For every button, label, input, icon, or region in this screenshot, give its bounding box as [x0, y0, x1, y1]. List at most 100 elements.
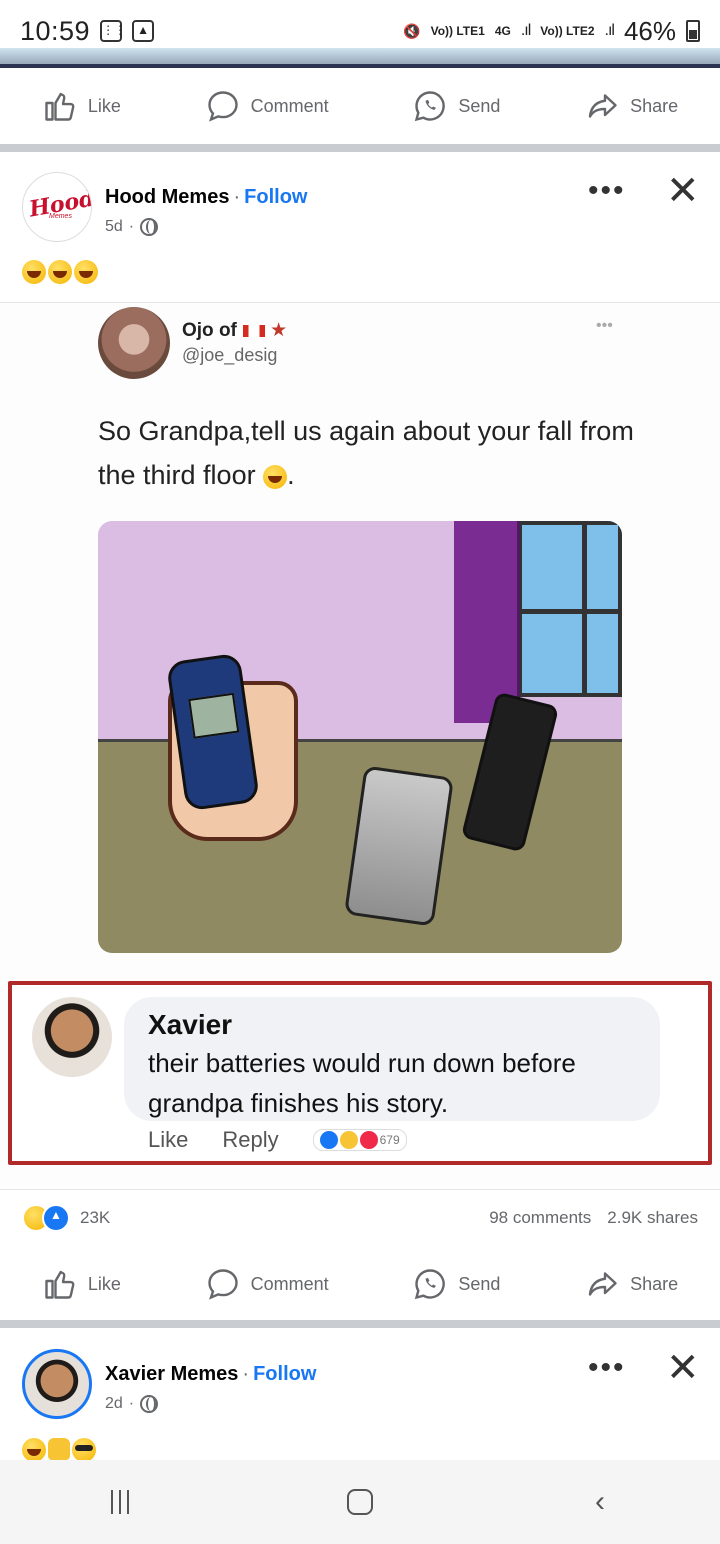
whatsapp-icon	[415, 91, 446, 122]
thumbs-up-icon	[45, 1270, 75, 1299]
page-name[interactable]: Xavier Memes	[105, 1363, 238, 1385]
cartoon-curtain	[454, 521, 520, 723]
tweet-text: So Grandpa,tell us again about your fall…	[98, 416, 634, 490]
laughing-emoji-icon	[74, 260, 98, 284]
comment-like-label: Like	[148, 1127, 189, 1152]
cartoon-window	[518, 521, 622, 697]
tweet-more-icon: •••	[596, 317, 613, 334]
reactions-summary: 23K 98 comments 2.9K shares	[0, 1196, 720, 1240]
post-time[interactable]: 2d	[105, 1395, 123, 1413]
calculator-icon: ⋮⋮	[100, 20, 126, 42]
like-reaction-icon	[42, 1204, 70, 1232]
like-button[interactable]: Like	[42, 88, 121, 124]
share-label: Share	[630, 1273, 679, 1294]
rolling-laughing-emoji-icon	[22, 1438, 46, 1462]
separator-dot: ·	[242, 1363, 250, 1385]
commenter-avatar	[32, 997, 112, 1077]
comments-count[interactable]: 98 comments	[489, 1208, 591, 1228]
battery-icon	[686, 20, 700, 42]
share-button[interactable]: Share	[584, 88, 678, 124]
recent-apps-icon	[111, 1490, 129, 1514]
battery-percent: 46%	[623, 15, 676, 46]
haha-reaction-icon	[339, 1131, 358, 1149]
like-label: Like	[87, 95, 121, 116]
recent-apps-button[interactable]	[90, 1482, 150, 1522]
mute-icon: 🔇	[403, 22, 421, 39]
cartoon-illustration	[98, 521, 622, 953]
home-icon	[347, 1489, 373, 1515]
laughing-emoji-icon	[22, 260, 46, 284]
comment-icon	[207, 1269, 238, 1300]
post-image[interactable]: Ojo of ★ @joe_desig ••• So Grandpa,tell …	[0, 302, 720, 1190]
send-button[interactable]: Send	[412, 1266, 500, 1302]
meta-dot: ·	[128, 1395, 135, 1412]
home-button[interactable]	[330, 1482, 390, 1522]
tweet-name: Ojo of	[182, 320, 237, 341]
post-time[interactable]: 5d	[105, 218, 123, 236]
thumbs-up-emoji-icon	[48, 1438, 70, 1460]
post-header: Hood Memes Hood Memes · Follow 5d · ••• ✕	[0, 156, 720, 256]
canada-flag-icon	[242, 324, 265, 337]
back-button[interactable]: ‹	[570, 1482, 630, 1522]
tweet-avatar	[98, 307, 170, 379]
like-reaction-icon	[319, 1131, 338, 1149]
caption-emojis	[22, 1438, 96, 1462]
network-2-label: Vo)) LTE2	[540, 24, 595, 38]
meta-dot: ·	[128, 218, 135, 235]
laughing-emoji-icon	[48, 260, 72, 284]
share-arrow-icon	[588, 94, 617, 118]
page-avatar[interactable]	[22, 1349, 92, 1419]
status-right: 🔇 Vo)) LTE1 4G .ıl Vo)) LTE2 .ıl 46%	[403, 16, 700, 47]
feed-divider	[0, 1320, 720, 1328]
network-type-label: 4G	[494, 24, 511, 38]
close-icon[interactable]: ✕	[666, 1345, 700, 1391]
send-button[interactable]: Send	[412, 88, 500, 124]
share-label: Share	[630, 95, 679, 116]
more-options-button[interactable]: •••	[588, 1351, 626, 1385]
comment-button[interactable]: Comment	[205, 88, 329, 124]
globe-icon	[140, 218, 159, 236]
comment-label: Comment	[250, 1273, 329, 1294]
like-button[interactable]: Like	[42, 1266, 121, 1302]
thumbs-up-icon	[45, 92, 75, 121]
signal-1-icon: .ıl	[520, 22, 532, 39]
tweet-name-row: Ojo of ★	[182, 319, 287, 342]
previous-post-action-bar: Like Comment Send Share	[0, 68, 720, 144]
highlighted-comment: Xavier their batteries would run down be…	[8, 981, 712, 1165]
separator-dot: ·	[233, 186, 241, 208]
hood-memes-logo-sub: Memes	[49, 213, 72, 220]
more-options-button[interactable]: •••	[588, 174, 626, 208]
like-label: Like	[87, 1273, 121, 1294]
comment-text: their batteries would run down before gr…	[148, 1048, 576, 1118]
maple-leaf-icon: ★	[270, 320, 288, 341]
comment-reaction-count: 679	[379, 1133, 400, 1147]
post-meta: 2d ·	[105, 1395, 159, 1413]
page-name[interactable]: Hood Memes	[105, 186, 229, 208]
page-avatar[interactable]: Hood Memes	[22, 172, 92, 242]
share-arrow-icon	[588, 1272, 617, 1296]
sunglasses-emoji-icon	[72, 1438, 96, 1462]
follow-button[interactable]: Follow	[244, 186, 307, 208]
comment-button[interactable]: Comment	[205, 1266, 329, 1302]
laughing-emoji-icon	[263, 464, 288, 489]
reactions-count: 23K	[80, 1208, 111, 1227]
reaction-count-button[interactable]: 23K	[22, 1204, 110, 1232]
post-header: Xavier Memes · Follow 2d · ••• ✕	[0, 1333, 720, 1433]
screen: 10:59 ⋮⋮ ▲ 🔇 Vo)) LTE1 4G .ıl Vo)) LTE2 …	[0, 0, 720, 1544]
follow-button[interactable]: Follow	[253, 1363, 316, 1385]
page-name-row: Hood Memes · Follow	[105, 186, 307, 209]
comment-actions: Like Reply 679	[148, 1127, 407, 1153]
back-chevron-icon: ‹	[595, 1485, 605, 1518]
share-button[interactable]: Share	[584, 1266, 678, 1302]
love-reaction-icon	[359, 1131, 378, 1149]
post-caption	[22, 1438, 96, 1462]
shares-count[interactable]: 2.9K shares	[607, 1208, 698, 1228]
engagement-counts: 98 comments 2.9K shares	[489, 1208, 698, 1228]
page-name-row: Xavier Memes · Follow	[105, 1363, 316, 1386]
network-1-label: Vo)) LTE1	[430, 24, 485, 38]
send-label: Send	[458, 95, 501, 116]
tweet-text-row: So Grandpa,tell us again about your fall…	[98, 416, 634, 490]
close-icon[interactable]: ✕	[666, 168, 700, 214]
tweet-handle: @joe_desig	[182, 345, 278, 365]
system-navigation-bar: ‹	[0, 1460, 720, 1544]
